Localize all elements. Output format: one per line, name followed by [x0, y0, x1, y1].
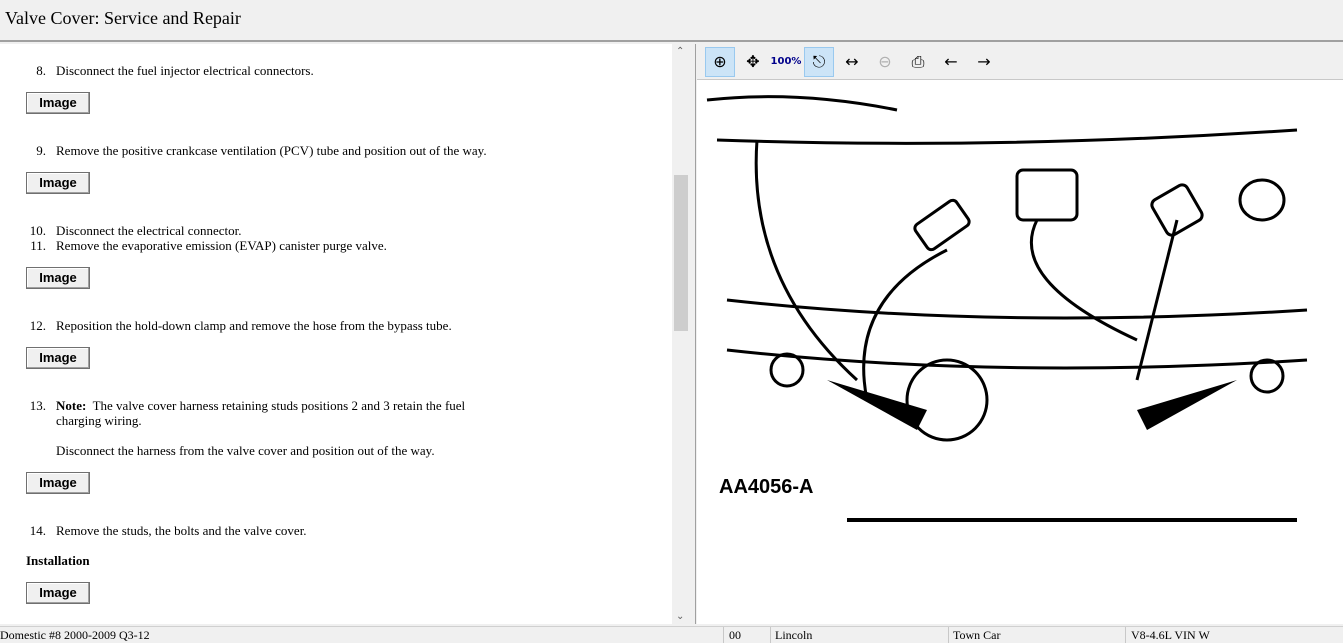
diagram-label: AA4056-A — [719, 476, 813, 498]
zoom-fit-icon[interactable]: ⎋ — [804, 46, 834, 77]
status-engine: V8-4.6L VIN W — [1131, 628, 1210, 642]
image-button-step-9[interactable]: Image — [26, 172, 90, 194]
step-11: 11. Remove the evaporative emission (EVAP… — [30, 238, 387, 253]
procedure-pane: 8. Disconnect the fuel injector electrica… — [0, 44, 672, 624]
zoom-out-icon: ⊖ — [878, 52, 892, 71]
step-10: 10. Disconnect the electrical connector. — [29, 223, 242, 238]
valve-cover-diagram: AA4056-A — [706, 95, 1308, 522]
image-button-step-12[interactable]: Image — [26, 347, 90, 369]
image-button-step-11[interactable]: Image — [26, 267, 90, 289]
image-toolbar: ⊕ ✥ 100% ⎋ ↔ ⊖ ⎙ ← → — [697, 44, 1343, 80]
status-bar: Domestic #8 2000-2009 Q3-12 00 Lincoln T… — [0, 626, 1343, 643]
step-13-extra: Disconnect the harness from the valve co… — [56, 443, 435, 458]
scroll-up-icon[interactable]: ⌃ — [676, 46, 684, 57]
installation-heading: Installation — [26, 553, 90, 568]
step-12: 12. Reposition the hold-down clamp and re… — [29, 318, 452, 333]
step-9: 9. Remove the positive crankcase ventilat… — [36, 143, 487, 158]
next-image-icon[interactable]: → — [969, 47, 999, 77]
vertical-scrollbar[interactable]: ⌃ ⌄ — [672, 44, 690, 624]
print-icon[interactable]: ⎙ — [903, 47, 933, 77]
page-title: Valve Cover: Service and Repair — [0, 0, 1343, 42]
pane-splitter[interactable] — [690, 44, 696, 624]
image-pane: ⊕ ✥ 100% ⎋ ↔ ⊖ ⎙ ← → AA4056-A — [697, 44, 1343, 624]
status-code: 00 — [729, 628, 741, 642]
scroll-down-icon[interactable]: ⌄ — [676, 611, 684, 622]
step-13: 13. Note: The valve cover harness retaini… — [29, 398, 466, 428]
step-14: 14. Remove the studs, the bolts and the v… — [29, 523, 307, 538]
image-button-step-13[interactable]: Image — [26, 472, 90, 494]
status-make: Lincoln — [775, 628, 813, 642]
status-model: Town Car — [953, 628, 1001, 642]
step-8: 8. Disconnect the fuel injector electrica… — [36, 63, 314, 78]
pan-icon[interactable]: ✥ — [738, 47, 768, 77]
status-source: Domestic #8 2000-2009 Q3-12 — [0, 628, 150, 642]
zoom-in-icon[interactable]: ⊕ — [705, 46, 735, 77]
zoom-width-icon[interactable]: ↔ — [837, 47, 867, 77]
actual-size-icon[interactable]: 100% — [771, 47, 802, 77]
image-button-step-8[interactable]: Image — [26, 92, 90, 114]
previous-image-icon[interactable]: ← — [936, 47, 966, 77]
scrollbar-thumb[interactable] — [674, 175, 688, 331]
image-button-installation[interactable]: Image — [26, 582, 90, 604]
